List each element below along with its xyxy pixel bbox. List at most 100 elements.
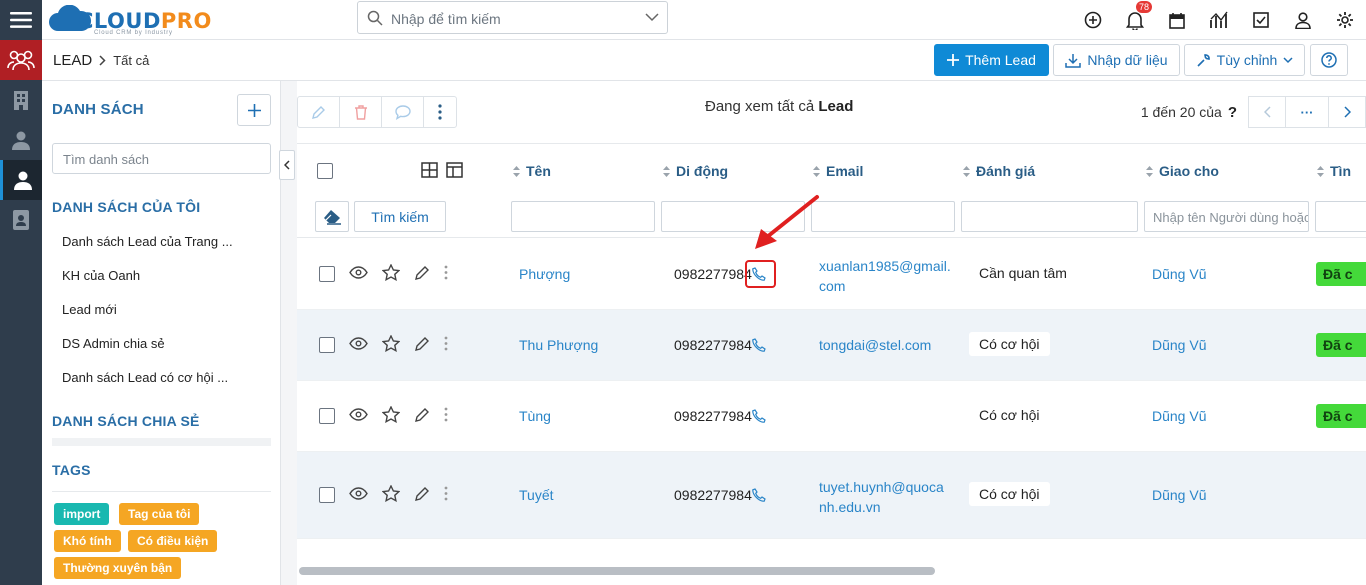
edit-button[interactable] (297, 96, 340, 128)
help-button[interactable] (1310, 44, 1348, 76)
column-layout-icon[interactable] (446, 162, 463, 178)
column-rating[interactable]: Đánh giá (963, 163, 1035, 179)
name-filter-input[interactable] (511, 201, 655, 232)
eye-icon[interactable] (349, 337, 368, 350)
kebab-icon[interactable] (444, 407, 448, 422)
phone-call-icon[interactable] (752, 488, 766, 502)
customize-button[interactable]: Tùy chỉnh (1184, 44, 1305, 76)
comment-button[interactable] (381, 96, 424, 128)
star-icon[interactable] (382, 406, 400, 423)
chevron-left-icon (284, 160, 290, 170)
tag-thuong-xuyen-ban[interactable]: Thường xuyên bận (54, 557, 182, 579)
star-icon[interactable] (382, 335, 400, 352)
select-all-checkbox[interactable] (317, 163, 333, 179)
lead-email-line1[interactable]: tuyet.huynh@quoca (819, 479, 944, 495)
lead-name[interactable]: Tuyết (519, 487, 554, 503)
contact-card-icon[interactable] (0, 200, 42, 240)
prev-page-button[interactable] (1248, 96, 1286, 128)
column-status[interactable]: Tìn (1317, 163, 1351, 179)
eye-icon[interactable] (349, 266, 368, 279)
row-checkbox[interactable] (319, 337, 335, 353)
lead-name[interactable]: Phượng (519, 266, 570, 282)
page-more-button[interactable]: ··· (1285, 96, 1329, 128)
kebab-icon[interactable] (444, 336, 448, 351)
email-filter-input[interactable] (811, 201, 955, 232)
eye-icon[interactable] (349, 408, 368, 421)
search-filter-button[interactable]: Tìm kiếm (354, 201, 446, 232)
bell-icon[interactable]: 78 (1114, 0, 1156, 40)
more-actions-button[interactable] (423, 96, 457, 128)
star-icon[interactable] (382, 264, 400, 281)
contacts-group-icon[interactable] (0, 40, 42, 80)
column-assigned[interactable]: Giao cho (1146, 163, 1219, 179)
column-name[interactable]: Tên (513, 163, 551, 179)
rating-filter-input[interactable] (961, 201, 1138, 232)
calendar-icon[interactable] (1156, 0, 1198, 40)
table-row[interactable]: Tuyết 0982277984 tuyet.huynh@quoca nh.ed… (297, 452, 1366, 539)
menu-icon[interactable] (0, 0, 42, 40)
row-checkbox[interactable] (319, 408, 335, 424)
pencil-icon[interactable] (414, 336, 430, 352)
tag-kho-tinh[interactable]: Khó tính (54, 530, 121, 552)
clear-filter-button[interactable] (315, 201, 349, 232)
eye-icon[interactable] (349, 487, 368, 500)
lead-assigned[interactable]: Dũng Vũ (1152, 337, 1206, 353)
column-email[interactable]: Email (813, 163, 863, 179)
list-item[interactable]: Danh sách Lead của Trang ... (62, 234, 233, 249)
building-icon[interactable] (0, 80, 42, 120)
add-lead-button[interactable]: Thêm Lead (934, 44, 1049, 76)
lead-email-line2[interactable]: nh.edu.vn (819, 499, 881, 515)
lead-email-line2[interactable]: com (819, 278, 845, 294)
phone-call-icon[interactable] (752, 338, 766, 352)
tag-my-tag[interactable]: Tag của tôi (119, 503, 200, 525)
assigned-filter-input[interactable]: Nhập tên Người dùng hoặc nhóm (1144, 201, 1309, 232)
list-item[interactable]: DS Admin chia sẻ (62, 336, 165, 351)
row-checkbox[interactable] (319, 487, 335, 503)
contact-person-icon[interactable] (0, 120, 42, 160)
pencil-icon[interactable] (414, 265, 430, 281)
pencil-icon[interactable] (414, 407, 430, 423)
gear-icon[interactable] (1324, 0, 1366, 40)
row-checkbox[interactable] (319, 266, 335, 282)
user-profile-icon[interactable] (1282, 0, 1324, 40)
tag-import[interactable]: import (54, 503, 110, 525)
cloudpro-logo[interactable]: CLOUDPRO Cloud CRM by Industry (48, 2, 211, 38)
column-mobile[interactable]: Di động (663, 163, 728, 179)
table-row[interactable]: Phượng 0982277984 xuanlan1985@gmail. com… (297, 239, 1366, 310)
task-checkbox-icon[interactable] (1240, 0, 1282, 40)
list-item[interactable]: Lead mới (62, 302, 117, 317)
list-search-input[interactable]: Tìm danh sách (52, 143, 271, 174)
tag-co-dieu-kien[interactable]: Có điều kiện (128, 530, 218, 552)
chart-icon[interactable] (1198, 0, 1240, 40)
pagination-total-unknown[interactable]: ? (1228, 104, 1237, 121)
kebab-icon[interactable] (444, 486, 448, 501)
status-filter-input[interactable] (1315, 201, 1366, 232)
import-data-button[interactable]: Nhập dữ liệu (1053, 44, 1180, 76)
add-list-button[interactable] (237, 94, 271, 126)
table-row[interactable]: Thu Phượng 0982277984 tongdai@stel.com C… (297, 310, 1366, 381)
lead-assigned[interactable]: Dũng Vũ (1152, 487, 1206, 503)
grid-view-icon[interactable] (421, 162, 438, 178)
lead-name[interactable]: Thu Phượng (519, 337, 598, 353)
chevron-down-icon[interactable] (645, 13, 659, 22)
table-row[interactable]: Tùng 0982277984 Có cơ hội Dũng Vũ Đã c (297, 381, 1366, 452)
lead-name[interactable]: Tùng (519, 408, 551, 424)
lead-email-line1[interactable]: tongdai@stel.com (819, 337, 931, 353)
phone-call-icon[interactable] (752, 409, 766, 423)
lead-icon[interactable] (0, 160, 42, 200)
pencil-icon[interactable] (414, 486, 430, 502)
list-item[interactable]: KH của Oanh (62, 268, 140, 283)
lead-email-line1[interactable]: xuanlan1985@gmail. (819, 258, 951, 274)
collapse-sidebar-button[interactable] (279, 150, 295, 180)
lead-assigned[interactable]: Dũng Vũ (1152, 266, 1206, 282)
kebab-icon[interactable] (444, 265, 448, 280)
add-circle-icon[interactable] (1072, 0, 1114, 40)
breadcrumb-module[interactable]: LEAD (53, 52, 92, 69)
horizontal-scrollbar[interactable] (299, 567, 935, 575)
delete-button[interactable] (339, 96, 382, 128)
star-icon[interactable] (382, 485, 400, 502)
list-item[interactable]: Danh sách Lead có cơ hội ... (62, 370, 228, 385)
lead-assigned[interactable]: Dũng Vũ (1152, 408, 1206, 424)
next-page-button[interactable] (1328, 96, 1366, 128)
global-search-input[interactable]: Nhập để tìm kiếm (357, 1, 668, 34)
